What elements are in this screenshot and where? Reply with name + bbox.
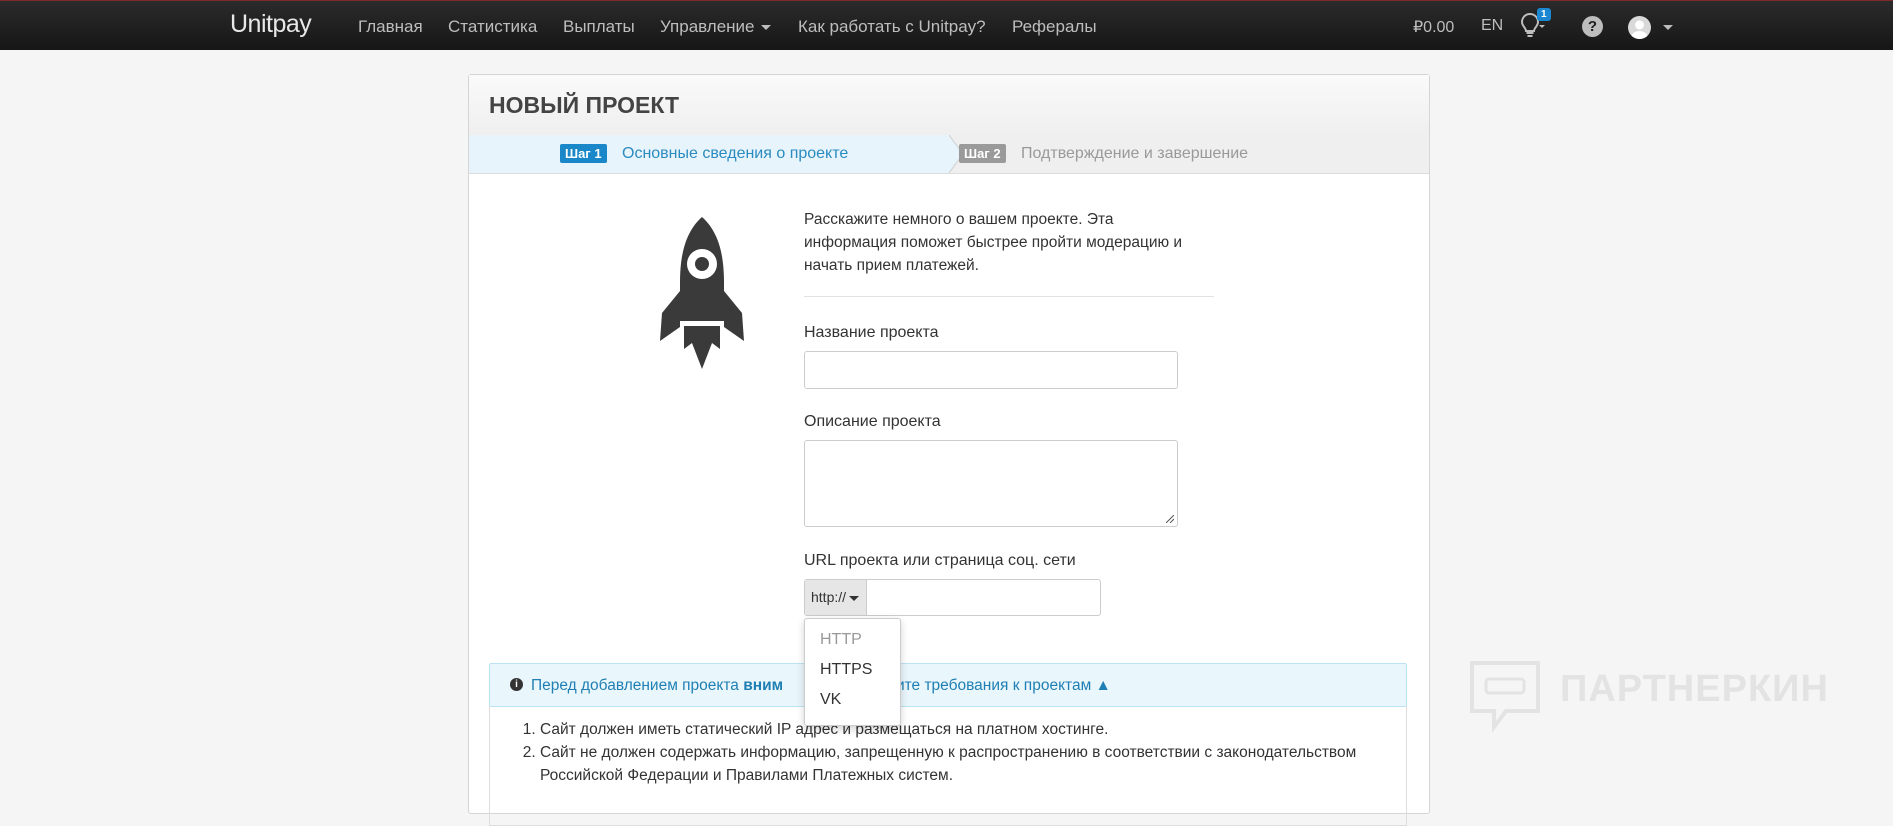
- project-description-label: Описание проекта: [804, 413, 941, 430]
- step-2-label: Подтверждение и завершение: [1021, 145, 1249, 162]
- info-icon: i: [510, 678, 523, 691]
- help-icon[interactable]: ?: [1582, 16, 1603, 37]
- nav-item-home[interactable]: Главная: [358, 17, 423, 37]
- intro-text: Расскажите немного о вашем проекте. Эта …: [804, 211, 1183, 274]
- requirement-item: Сайт не должен содержать информацию, зап…: [540, 741, 1406, 787]
- step-1-label: Основные сведения о проекте: [622, 145, 849, 162]
- step-2-badge: Шаг 2: [959, 144, 1006, 163]
- alert-text-bold: вним: [743, 677, 784, 694]
- step-2: Шаг 2 Подтверждение и завершение: [959, 135, 1429, 173]
- step-1-badge: Шаг 1: [560, 144, 607, 163]
- protocol-prefix: http://: [811, 589, 847, 605]
- rocket-icon: [660, 217, 744, 369]
- alert-text-end: учите требования к проектам ▲: [880, 677, 1111, 694]
- protocol-dropdown-menu: HTTP HTTPS VK: [804, 618, 901, 726]
- protocol-option-https[interactable]: HTTPS: [820, 661, 872, 679]
- protocol-select-button[interactable]: http://: [805, 580, 867, 615]
- user-menu-chevron-icon[interactable]: [1663, 25, 1673, 30]
- project-name-label: Название проекта: [804, 324, 939, 341]
- project-url-label: URL проекта или страница соц. сети: [804, 552, 1076, 569]
- protocol-option-vk[interactable]: VK: [820, 691, 841, 709]
- requirements-list: Сайт должен иметь статический IP адрес и…: [490, 718, 1406, 787]
- resize-handle-icon[interactable]: [1166, 515, 1174, 523]
- project-description-textarea[interactable]: [804, 440, 1178, 527]
- chevron-down-icon: [760, 25, 771, 31]
- nav-item-how-to[interactable]: Как работать с Unitpay?: [798, 17, 986, 37]
- requirements-alert[interactable]: i Перед добавлением проекта вним учите тр…: [489, 663, 1407, 707]
- nav-item-management-label: Управление: [660, 17, 755, 36]
- project-url-input[interactable]: [867, 580, 1100, 615]
- alert-text-start: Перед добавлением проекта: [531, 677, 744, 694]
- new-project-panel: НОВЫЙ ПРОЕКТ Шаг 1 Основные сведения о п…: [468, 74, 1430, 826]
- nav-item-payouts[interactable]: Выплаты: [563, 17, 635, 37]
- protocol-option-http[interactable]: HTTP: [820, 631, 862, 649]
- top-navbar: Unitpay Главная Статистика Выплаты Управ…: [0, 0, 1893, 50]
- panel-heading: НОВЫЙ ПРОЕКТ: [469, 75, 1429, 136]
- divider: [804, 296, 1214, 297]
- page-title: НОВЫЙ ПРОЕКТ: [489, 92, 680, 118]
- balance[interactable]: ₽0.00: [1413, 17, 1454, 37]
- wizard-steps: Шаг 1 Основные сведения о проекте Шаг 2 …: [469, 135, 1429, 174]
- step-1: Шаг 1 Основные сведения о проекте: [469, 135, 949, 173]
- watermark-text: ПАРТНЕРКИН: [1560, 668, 1829, 710]
- nav-item-statistics[interactable]: Статистика: [448, 17, 537, 37]
- requirements-list-box: Сайт должен иметь статический IP адрес и…: [489, 706, 1407, 826]
- brand-logo[interactable]: Unitpay: [230, 10, 312, 39]
- project-url-input-group: http://: [804, 579, 1101, 616]
- avatar[interactable]: [1628, 16, 1651, 39]
- nav-item-referrals[interactable]: Рефералы: [1012, 17, 1097, 37]
- notification-count-badge: 1: [1537, 8, 1551, 21]
- nav-item-management[interactable]: Управление: [660, 17, 771, 37]
- user-silhouette-icon: [1631, 20, 1648, 39]
- chevron-down-icon: [849, 595, 860, 601]
- requirement-item: Сайт должен иметь статический IP адрес и…: [540, 718, 1406, 741]
- language-switch[interactable]: EN: [1481, 17, 1503, 35]
- project-name-input[interactable]: [804, 351, 1178, 389]
